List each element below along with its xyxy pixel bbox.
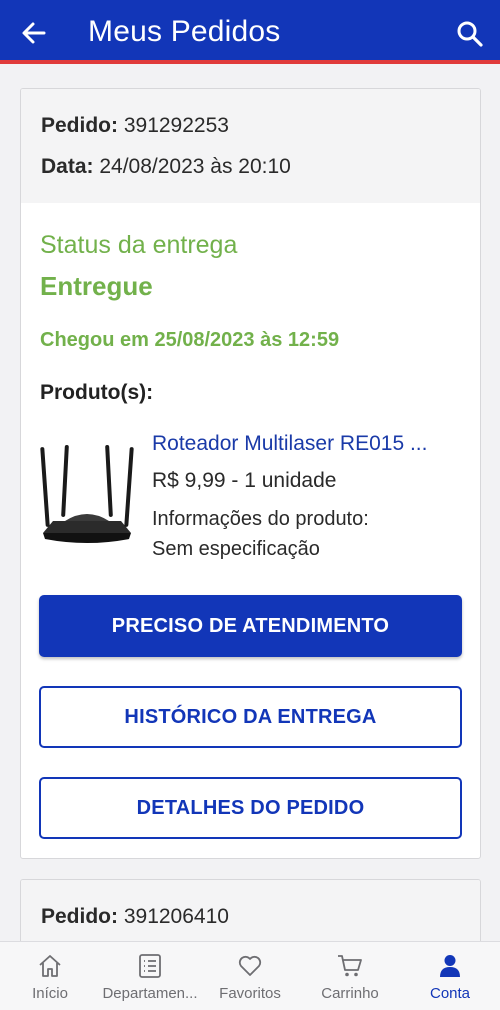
nav-item-cart[interactable]: Carrinho: [300, 942, 400, 1010]
list-icon: [139, 954, 161, 978]
cart-icon: [338, 955, 362, 977]
nav-item-label: Início: [32, 985, 68, 1002]
delivery-status-label: Status da entrega: [40, 231, 238, 259]
order-number: 391206410: [123, 905, 229, 928]
order-number-label: Pedido:: [41, 114, 118, 137]
products-title: Produto(s):: [40, 381, 154, 404]
page-title: Meus Pedidos: [88, 15, 281, 48]
search-icon[interactable]: [455, 19, 485, 49]
support-button[interactable]: PRECISO DE ATENDIMENTO: [39, 595, 462, 657]
user-icon: [440, 955, 460, 977]
order-date-row: Data: 24/08/2023 às 20:10: [41, 155, 460, 179]
heart-icon: [238, 955, 262, 976]
product-name-link[interactable]: Roteador Multilaser RE015 ...: [152, 432, 452, 456]
order-number-row: Pedido: 391206410: [41, 905, 460, 929]
product-price-quantity: R$ 9,99 - 1 unidade: [152, 469, 337, 492]
arrival-date: Chegou em 25/08/2023 às 12:59: [40, 329, 340, 351]
router-image[interactable]: [35, 441, 139, 553]
order-number-row: Pedido: 391292253: [41, 114, 460, 138]
order-number-label: Pedido:: [41, 905, 118, 928]
product-info-value: Sem especificação: [152, 538, 320, 560]
nav-item-account[interactable]: Conta: [400, 942, 500, 1010]
nav-item-label: Favoritos: [219, 985, 281, 1002]
home-icon: [39, 955, 61, 977]
order-card: Pedido: 391292253 Data: 24/08/2023 às 20…: [20, 88, 481, 859]
nav-item-departments[interactable]: Departamen...: [100, 942, 200, 1010]
arrow-left-icon[interactable]: [18, 17, 50, 49]
product-info-label: Informações do produto:: [152, 508, 369, 530]
order-details-button[interactable]: DETALHES DO PEDIDO: [39, 777, 462, 839]
nav-item-label: Departamen...: [102, 985, 198, 1002]
app-bar: Meus Pedidos: [0, 0, 500, 64]
bottom-navigation: Início Departamen... Favoritos Carrinho …: [0, 941, 500, 1010]
nav-item-home[interactable]: Início: [0, 942, 100, 1010]
delivery-history-button[interactable]: HISTÓRICO DA ENTREGA: [39, 686, 462, 748]
delivery-status-value: Entregue: [40, 271, 153, 301]
order-number: 391292253: [123, 114, 229, 137]
order-header: Pedido: 391292253 Data: 24/08/2023 às 20…: [21, 89, 480, 203]
order-date-label: Data:: [41, 155, 94, 178]
nav-item-label: Conta: [429, 985, 471, 1002]
order-date: 24/08/2023 às 20:10: [99, 155, 291, 178]
nav-item-label: Carrinho: [321, 985, 379, 1002]
nav-item-favorites[interactable]: Favoritos: [200, 942, 300, 1010]
